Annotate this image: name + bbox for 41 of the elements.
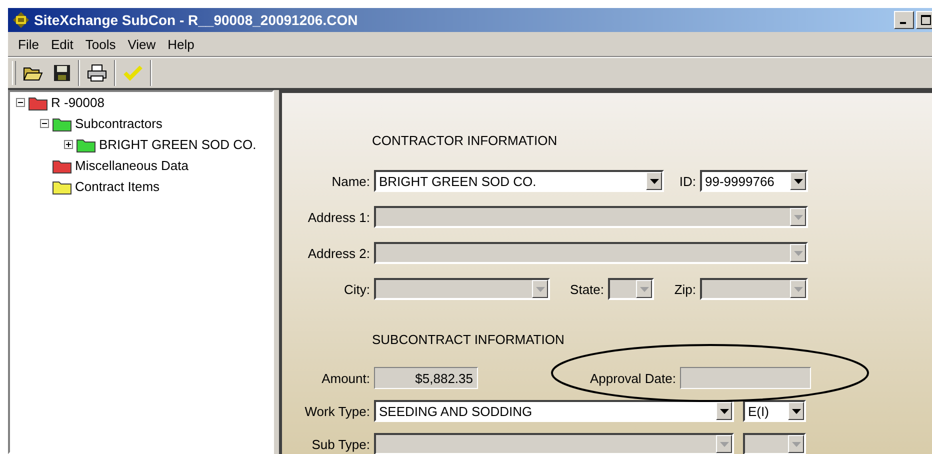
caret-icon[interactable] [794, 178, 802, 184]
amount-field[interactable]: $5,882.35 [374, 367, 478, 389]
field-label: Zip: [673, 282, 697, 296]
field-label: Address 2: [306, 246, 371, 260]
work-type-dropdown[interactable]: SEEDING AND SODDING [374, 400, 734, 422]
id-dropdown[interactable]: 99-9999766 [700, 170, 808, 192]
tree-item[interactable]: Miscellaneous Data [75, 158, 188, 173]
menu-item[interactable]: File [12, 36, 45, 52]
menu-item[interactable]: View [122, 36, 162, 52]
field-label: Address 1: [306, 210, 371, 224]
field-label: State: [569, 282, 605, 296]
approval-date-field[interactable] [680, 367, 811, 389]
field-label: Sub Type: [310, 436, 371, 452]
field-label: City: [343, 282, 371, 296]
name-dropdown[interactable]: BRIGHT GREEN SOD CO. [374, 170, 664, 192]
maximize-icon[interactable] [921, 15, 931, 25]
caret-icon[interactable] [650, 178, 658, 184]
field-label: Name: [330, 174, 371, 188]
menu-item[interactable]: Help [162, 36, 200, 52]
expander-icon[interactable] [16, 98, 25, 107]
maximize-button[interactable] [916, 11, 932, 29]
expander-icon[interactable] [40, 119, 49, 128]
field-label: Approval Date: [589, 370, 677, 386]
tree-item[interactable]: BRIGHT GREEN SOD CO. [99, 137, 256, 152]
caret-icon[interactable] [792, 408, 800, 414]
expander-icon[interactable] [64, 140, 73, 149]
field-label: Amount: [320, 370, 371, 386]
menu-item[interactable]: Edit [44, 36, 80, 52]
field-label: Work Type: [304, 404, 371, 418]
tree-item[interactable]: Subcontractors [75, 116, 162, 131]
section-heading: CONTRACTOR INFORMATION [372, 133, 558, 148]
tree-item[interactable]: Contract Items [75, 179, 160, 194]
section-heading: SUBCONTRACT INFORMATION [372, 332, 566, 347]
window-title: SiteXchange SubCon - R__90008_20091206.CON [34, 12, 358, 28]
caret-icon[interactable] [720, 408, 728, 414]
menu-item[interactable]: Tools [79, 36, 122, 52]
tree-item[interactable]: R -90008 [51, 95, 104, 110]
minimize-button[interactable] [894, 11, 914, 29]
code-dropdown[interactable]: E(I) [743, 400, 806, 422]
field-label: ID: [678, 174, 697, 188]
app-icon [12, 11, 30, 29]
